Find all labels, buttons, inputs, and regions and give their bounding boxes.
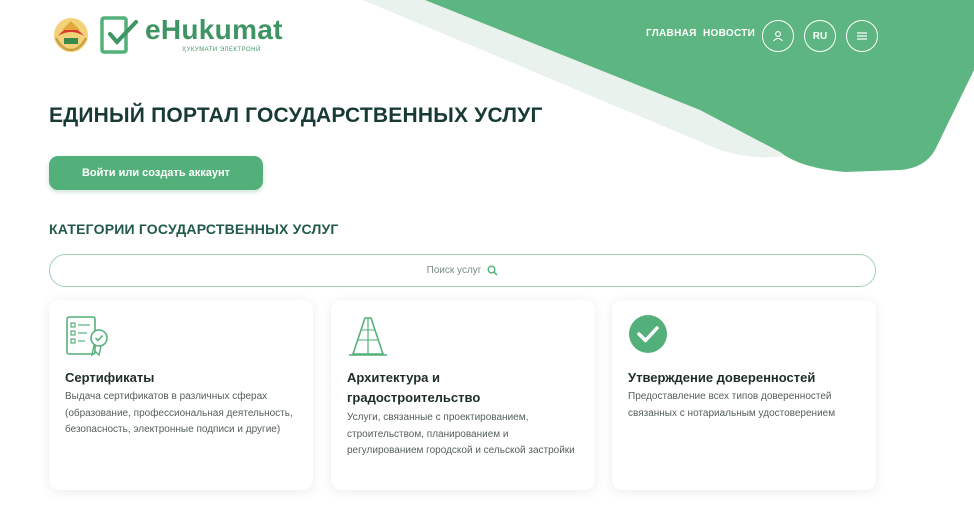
nav-main-link[interactable]: ГЛАВНАЯ xyxy=(646,28,697,39)
search-icon xyxy=(487,265,498,276)
user-button[interactable] xyxy=(762,20,794,52)
ehukumat-logo-icon xyxy=(100,16,138,54)
category-card-power-of-attorney[interactable]: Утверждение доверенностей Предоставление… xyxy=(612,300,876,490)
site-header: eHukumat ҲУКУМАТИ ЭЛЕКТРОНӢ ГЛАВНАЯ НОВО… xyxy=(0,0,974,72)
card-title: Сертификаты xyxy=(65,370,155,385)
logo-subtitle: ҲУКУМАТИ ЭЛЕКТРОНӢ xyxy=(182,47,261,53)
tajikistan-emblem-icon xyxy=(54,18,88,52)
card-description: Услуги, связанные с проектированием, стр… xyxy=(347,412,575,456)
card-title: Утверждение доверенностей xyxy=(628,370,816,385)
menu-button[interactable] xyxy=(846,20,878,52)
page-title: ЕДИНЫЙ ПОРТАЛ ГОСУДАРСТВЕННЫХ УСЛУГ xyxy=(49,104,543,127)
certificate-icon xyxy=(66,316,108,357)
logo-text[interactable]: eHukumat xyxy=(145,14,283,46)
user-icon xyxy=(773,31,783,42)
check-circle-icon xyxy=(629,315,667,353)
card-description: Предоставление всех типов доверенностей … xyxy=(628,391,836,419)
category-card-architecture[interactable]: Архитектура и градостроительство Услуги,… xyxy=(331,300,595,490)
architecture-icon xyxy=(349,317,387,356)
categories-title: КАТЕГОРИИ ГОСУДАРСТВЕННЫХ УСЛУГ xyxy=(49,221,339,237)
nav-news-link[interactable]: НОВОСТИ xyxy=(703,28,755,39)
menu-icon xyxy=(857,32,867,40)
search-placeholder: Поиск услуг xyxy=(426,265,482,276)
login-button[interactable]: Войти или создать аккаунт xyxy=(49,156,263,190)
category-card-certificates[interactable]: Сертификаты Выдача сертификатов в различ… xyxy=(49,300,313,490)
card-description: Выдача сертификатов в различных сферах (… xyxy=(65,391,293,435)
language-button[interactable]: RU xyxy=(804,20,836,52)
search-input[interactable]: Поиск услуг xyxy=(49,254,876,287)
card-title: Архитектура и градостроительство xyxy=(347,370,481,405)
